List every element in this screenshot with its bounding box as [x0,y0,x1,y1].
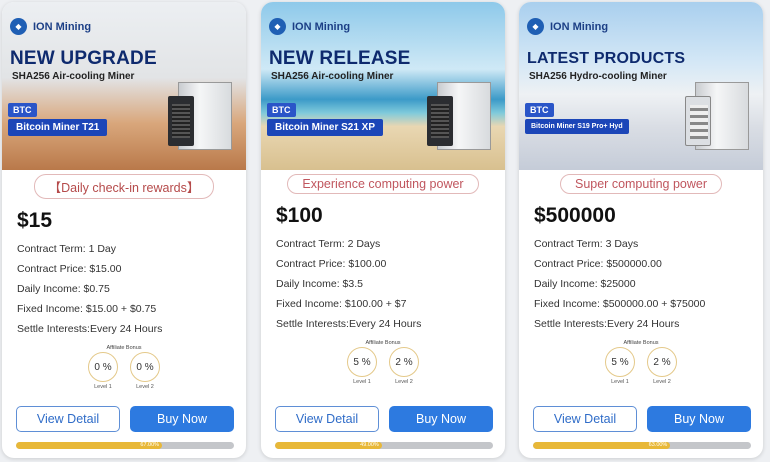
bonus-level-label: Level 2 [395,379,413,385]
banner-subline: SHA256 Hydro-cooling Miner [529,71,667,82]
brand: ◆ ION Mining [527,18,608,35]
coin-tag: BTC Bitcoin Miner S19 Pro+ Hyd [525,100,629,134]
bonus-level-2: 2 % [389,347,419,377]
coin-tag: BTC Bitcoin Miner T21 [8,100,108,136]
settle-interests: Settle Interests:Every 24 Hours [17,323,163,335]
miner-image [168,82,238,158]
bonus-level-label: Level 2 [653,379,671,385]
contract-price: Contract Price: $15.00 [17,263,122,275]
ion-logo-icon: ◆ [527,18,544,35]
contract-price: Contract Price: $100.00 [276,258,387,270]
view-detail-button[interactable]: View Detail [275,406,379,432]
ion-logo-icon: ◆ [269,18,286,35]
model-label: Bitcoin Miner S21 XP [267,119,384,136]
banner-headline: NEW UPGRADE [10,48,157,69]
sales-progress-bar: 67.00% [16,442,234,449]
contract-details: Contract Term: 1 Day Contract Price: $15… [17,239,246,339]
model-label: Bitcoin Miner T21 [8,119,108,136]
banner-headline: LATEST PRODUCTS [527,50,686,67]
bonus-level-label: Level 2 [136,384,154,390]
fixed-income: Fixed Income: $15.00 + $0.75 [17,303,157,315]
contract-term: Contract Term: 3 Days [534,238,639,250]
price: $15 [17,209,53,232]
product-banner: ◆ ION Mining LATEST PRODUCTS SHA256 Hydr… [519,2,763,170]
price: $100 [276,204,323,227]
bonus-level-label: Level 1 [611,379,629,385]
bonus-level-1: 0 % [88,352,118,382]
contract-term: Contract Term: 1 Day [17,243,117,255]
slogan-badge: Super computing power [559,174,723,194]
contract-details: Contract Term: 2 Days Contract Price: $1… [276,234,505,334]
product-banner: ◆ ION Mining NEW UPGRADE SHA256 Air-cool… [2,2,246,170]
product-banner: ◆ ION Mining NEW RELEASE SHA256 Air-cool… [261,2,505,170]
ion-logo-icon: ◆ [10,18,27,35]
banner-subline: SHA256 Air-cooling Miner [12,71,135,82]
progress-text: 49.00% [360,442,379,448]
brand: ◆ ION Mining [10,18,91,35]
bonus-title: Affiliate Bonus [365,340,401,346]
coin-tag: BTC Bitcoin Miner S21 XP [267,100,384,136]
miner-image [685,82,755,158]
bonus-level-1: 5 % [347,347,377,377]
daily-income: Daily Income: $3.5 [276,278,363,290]
buy-now-button[interactable]: Buy Now [130,406,234,432]
fixed-income: Fixed Income: $100.00 + $7 [276,298,407,310]
product-card: ◆ ION Mining NEW UPGRADE SHA256 Air-cool… [2,2,246,458]
sales-progress-bar: 63.00% [533,442,751,449]
brand: ◆ ION Mining [269,18,350,35]
banner-headline: NEW RELEASE [269,48,411,69]
coin-label: BTC [267,103,296,117]
affiliate-bonus: 5 % Level 1 2 % Level 2 [519,347,763,385]
banner-subline: SHA256 Air-cooling Miner [271,71,394,82]
brand-name: ION Mining [550,20,609,33]
progress-text: 67.00% [140,442,160,448]
price: $500000 [534,204,616,227]
bonus-title: Affiliate Bonus [623,340,659,346]
bonus-level-1: 5 % [605,347,635,377]
bonus-level-2: 0 % [130,352,160,382]
coin-label: BTC [8,103,37,117]
coin-label: BTC [525,103,554,117]
brand-name: ION Mining [292,20,351,33]
view-detail-button[interactable]: View Detail [533,406,637,432]
settle-interests: Settle Interests:Every 24 Hours [276,318,422,330]
sales-progress-bar: 49.00% [275,442,493,449]
contract-price: Contract Price: $500000.00 [534,258,662,270]
buy-now-button[interactable]: Buy Now [647,406,751,432]
bonus-level-label: Level 1 [94,384,112,390]
product-card: ◆ ION Mining NEW RELEASE SHA256 Air-cool… [261,2,505,458]
miner-image [427,82,497,158]
view-detail-button[interactable]: View Detail [16,406,120,432]
slogan-badge: 【Daily check-in rewards】 [33,174,215,199]
progress-text: 63.00% [648,442,668,448]
bonus-level-2: 2 % [647,347,677,377]
buy-now-button[interactable]: Buy Now [389,406,493,432]
contract-term: Contract Term: 2 Days [276,238,381,250]
model-label: Bitcoin Miner S19 Pro+ Hyd [525,119,629,134]
affiliate-bonus: 5 % Level 1 2 % Level 2 [261,347,505,385]
product-card: ◆ ION Mining LATEST PRODUCTS SHA256 Hydr… [519,2,763,458]
daily-income: Daily Income: $25000 [534,278,636,290]
slogan-badge: Experience computing power [287,174,479,194]
fixed-income: Fixed Income: $500000.00 + $75000 [534,298,706,310]
brand-name: ION Mining [33,20,92,33]
contract-details: Contract Term: 3 Days Contract Price: $5… [534,234,763,334]
daily-income: Daily Income: $0.75 [17,283,110,295]
bonus-title: Affiliate Bonus [106,345,142,351]
affiliate-bonus: 0 % Level 1 0 % Level 2 [2,352,246,390]
settle-interests: Settle Interests:Every 24 Hours [534,318,680,330]
bonus-level-label: Level 1 [353,379,371,385]
